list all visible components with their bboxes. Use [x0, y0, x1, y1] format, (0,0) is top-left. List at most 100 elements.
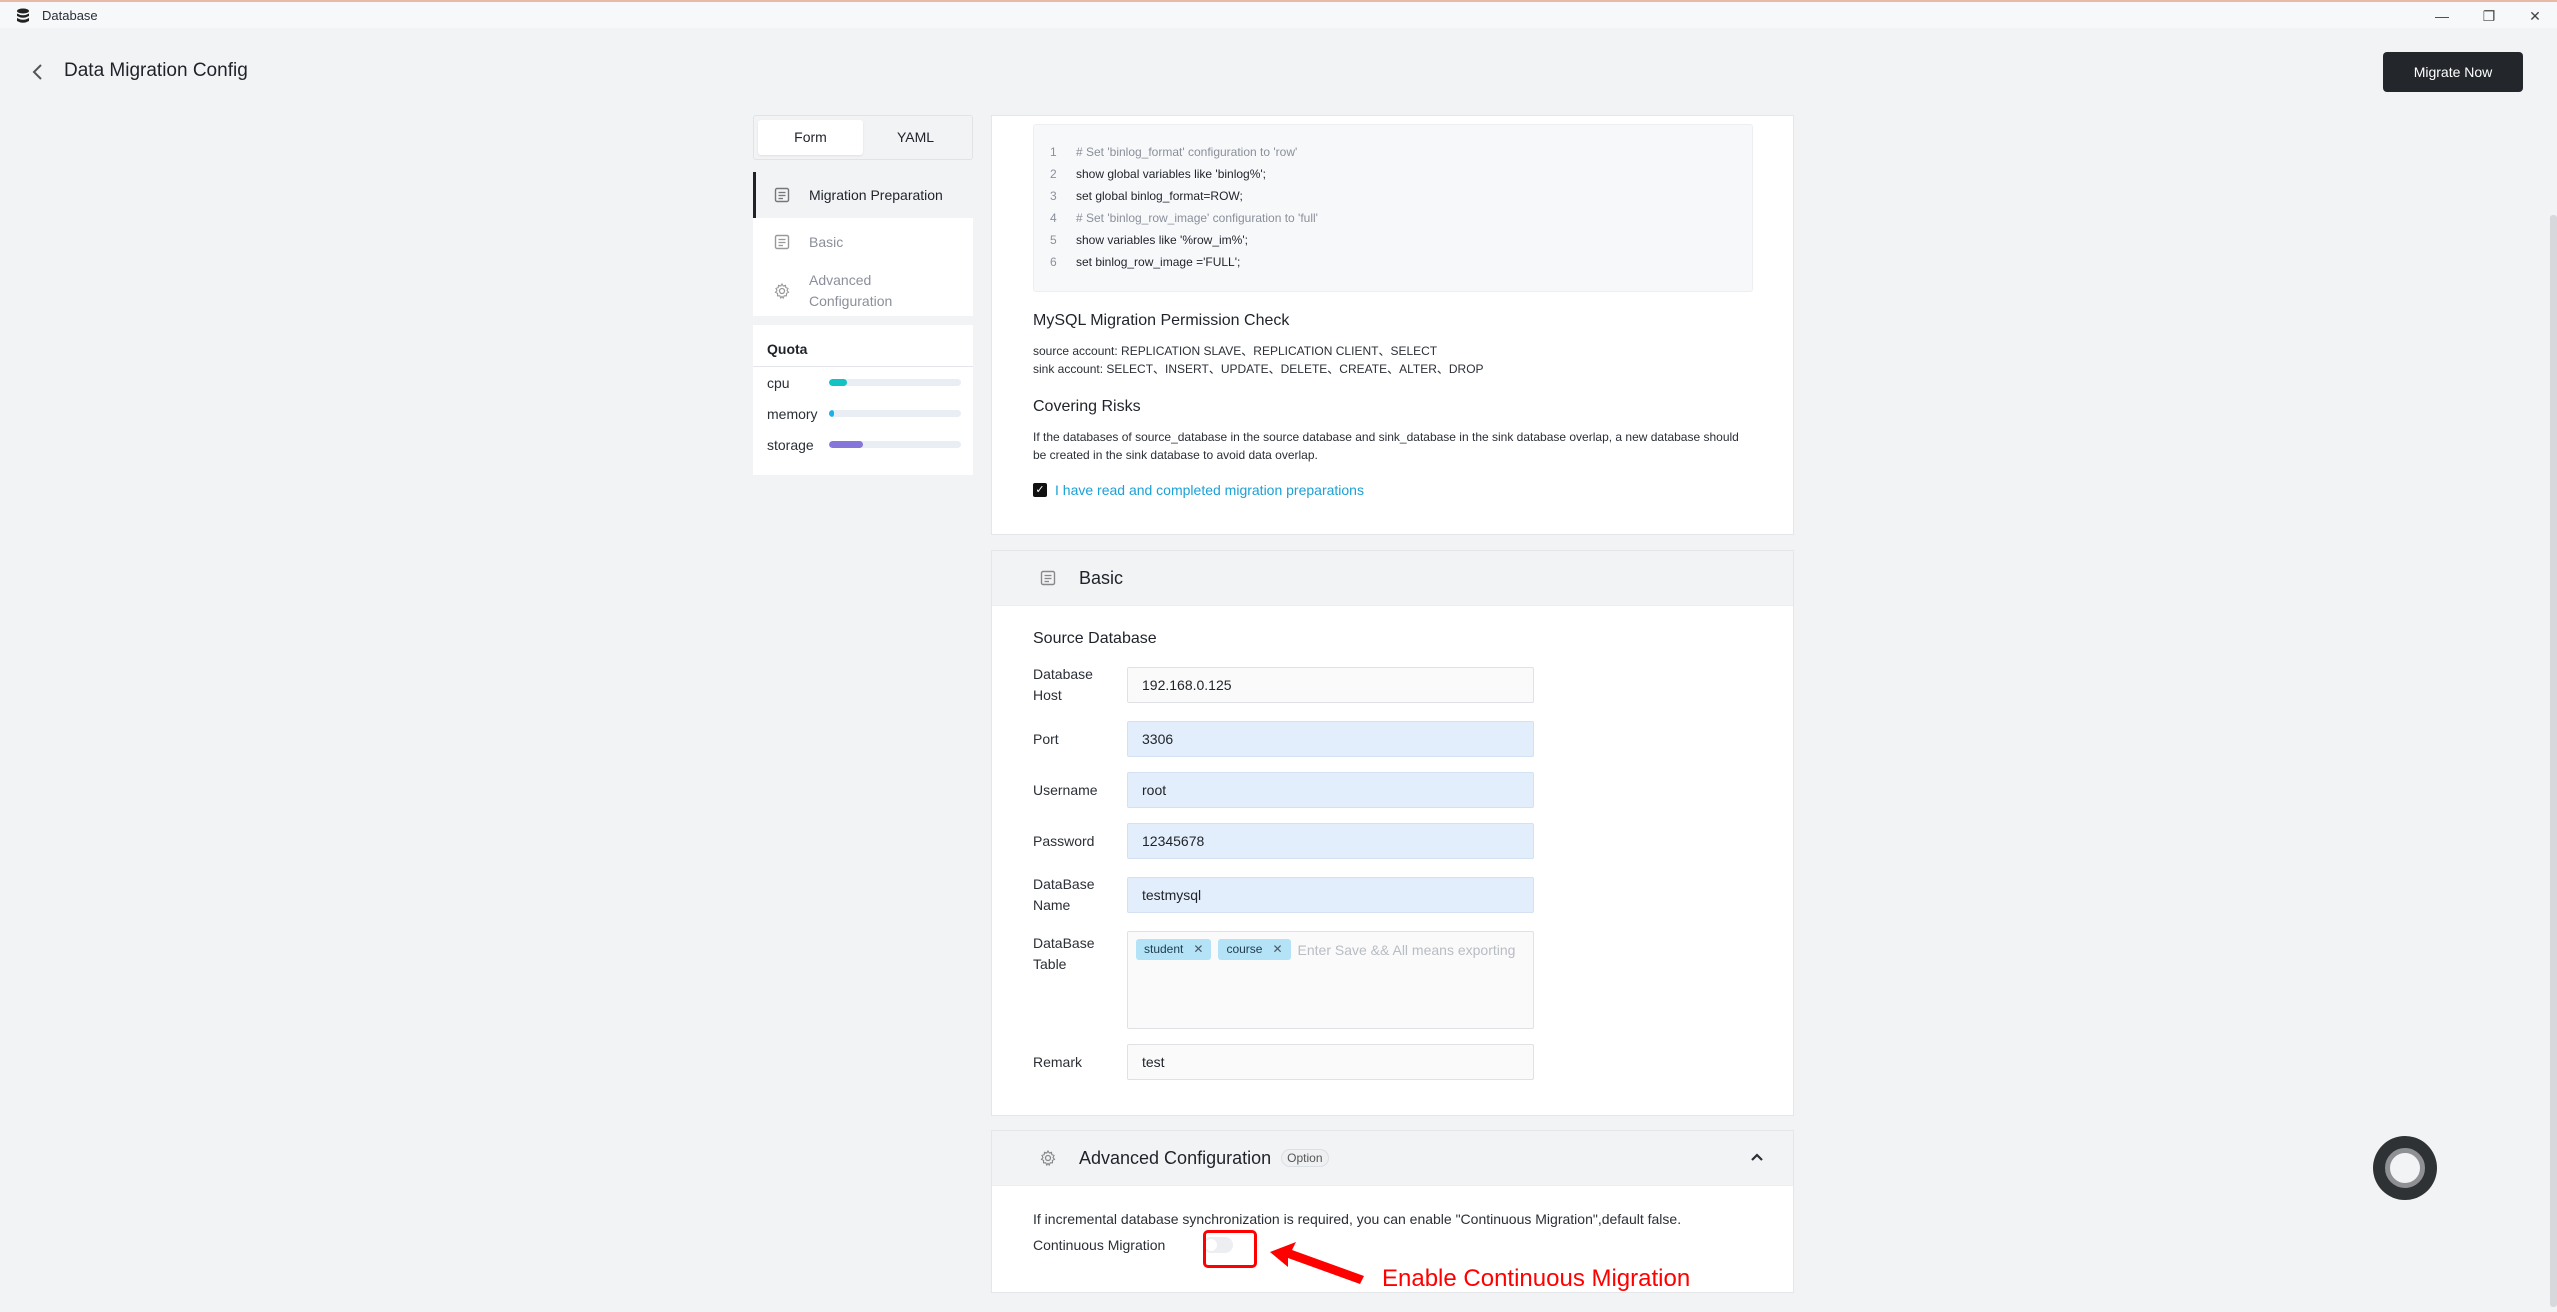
remove-tag-icon[interactable]: ✕: [1272, 939, 1282, 960]
advanced-card-title: Advanced Configuration: [1079, 1147, 1272, 1168]
nav-label: Advanced Configuration: [809, 272, 893, 309]
source-account-text: source account: REPLICATION SLAVE、REPLIC…: [1033, 344, 1438, 358]
minimize-button[interactable]: —: [2430, 6, 2454, 26]
tag-course: course ✕: [1218, 939, 1291, 960]
quota-label: memory: [767, 405, 818, 422]
quota-row-memory: memory: [753, 398, 973, 429]
basic-form: Source Database Database Host 192.168.0.…: [992, 606, 1793, 1080]
quota-label: storage: [767, 436, 814, 453]
maximize-button[interactable]: ❐: [2477, 6, 2501, 26]
chevron-up-icon[interactable]: [1747, 1147, 1767, 1167]
quota-title: Quota: [753, 325, 973, 367]
line-number: 6: [1050, 255, 1057, 269]
tag-student: student ✕: [1136, 939, 1212, 960]
code-line: 3 set global binlog_format=ROW;: [1050, 185, 1752, 207]
confirm-preparation-checkbox[interactable]: ✓ I have read and completed migration pr…: [1033, 482, 1751, 498]
code-line: 4 # Set 'binlog_row_image' configuration …: [1050, 207, 1752, 229]
document-icon: [774, 187, 790, 203]
advanced-body: If incremental database synchronization …: [992, 1186, 1793, 1253]
permission-check-text: source account: REPLICATION SLAVE、REPLIC…: [1033, 342, 1751, 378]
window-titlebar: Database — ❐ ✕: [0, 0, 2557, 28]
annotation-highlight-box: [1203, 1230, 1257, 1268]
quota-row-cpu: cpu: [753, 367, 973, 398]
basic-card: Basic Source Database Database Host 192.…: [991, 550, 1794, 1116]
quota-fill: [829, 441, 864, 448]
remark-input[interactable]: test: [1127, 1044, 1534, 1080]
field-label: Port: [1033, 730, 1059, 747]
annotation-arrow-icon: [1270, 1242, 1364, 1284]
quota-bar-cpu: [829, 379, 961, 386]
advanced-card-header[interactable]: Advanced Configuration Option: [992, 1131, 1793, 1186]
continuous-migration-description: If incremental database synchronization …: [1033, 1211, 1682, 1227]
code-text: show variables like '%row_im%';: [1076, 233, 1248, 247]
vertical-scrollbar[interactable]: [2550, 215, 2557, 1307]
floating-assistant-button[interactable]: [2373, 1136, 2437, 1200]
field-label: Password: [1033, 832, 1095, 849]
line-number: 2: [1050, 167, 1057, 181]
code-text: # Set 'binlog_row_image' configuration t…: [1076, 211, 1318, 225]
migration-preparation-card: 1 # Set 'binlog_format' configuration to …: [991, 115, 1794, 535]
form-row-password: Password 12345678: [1033, 823, 1793, 859]
database-name-input[interactable]: testmysql: [1127, 877, 1534, 913]
continuous-migration-label: Continuous Migration: [1033, 1237, 1166, 1253]
nav-item-migration-preparation[interactable]: Migration Preparation: [753, 172, 973, 218]
tab-yaml[interactable]: YAML: [863, 120, 968, 155]
code-text: set global binlog_format=ROW;: [1076, 189, 1243, 203]
migrate-now-button[interactable]: Migrate Now: [2383, 52, 2523, 92]
line-number: 5: [1050, 233, 1057, 247]
source-database-title: Source Database: [1033, 630, 1157, 647]
basic-card-title: Basic: [1079, 567, 1124, 588]
back-arrow-icon[interactable]: [28, 60, 48, 84]
covering-risks-title: Covering Risks: [1033, 398, 1141, 415]
remove-tag-icon[interactable]: ✕: [1193, 939, 1203, 960]
database-host-input[interactable]: 192.168.0.125: [1127, 667, 1534, 703]
sink-account-text: sink account: SELECT、INSERT、UPDATE、DELET…: [1033, 362, 1484, 376]
code-text: # Set 'binlog_format' configuration to '…: [1076, 145, 1298, 159]
username-input[interactable]: root: [1127, 772, 1534, 808]
quota-label: cpu: [767, 374, 790, 391]
tag-label: student: [1144, 942, 1184, 956]
form-row-database-table: DataBase Table student ✕ course ✕ Enter Sa…: [1033, 931, 1793, 1029]
code-block: 1 # Set 'binlog_format' configuration to …: [1033, 124, 1753, 292]
close-window-button[interactable]: ✕: [2523, 6, 2547, 26]
nav-label: Basic: [809, 233, 844, 250]
quota-fill: [829, 410, 835, 417]
covering-risks-text: If the databases of source_database in t…: [1033, 430, 1739, 462]
tag-input-placeholder[interactable]: Enter Save && All means exporting: [1298, 939, 1516, 961]
code-text: show global variables like 'binlog%';: [1076, 167, 1267, 181]
port-input[interactable]: 3306: [1127, 721, 1534, 757]
form-row-port: Port 3306: [1033, 721, 1793, 757]
basic-card-header: Basic: [992, 551, 1793, 606]
document-icon: [774, 234, 790, 250]
tag-label: course: [1226, 942, 1263, 956]
form-row-username: Username root: [1033, 772, 1793, 808]
database-table-tag-input[interactable]: student ✕ course ✕ Enter Save && All means…: [1127, 931, 1534, 1029]
line-number: 3: [1050, 189, 1057, 203]
option-badge: Option: [1281, 1149, 1329, 1167]
confirm-preparation-label[interactable]: I have read and completed migration prep…: [1055, 482, 1364, 498]
field-label: DataBase Name: [1033, 876, 1095, 913]
nav-label: Migration Preparation: [809, 186, 943, 203]
code-text: set binlog_row_image ='FULL';: [1076, 255, 1241, 269]
field-label: DataBase Table: [1033, 935, 1095, 972]
password-input[interactable]: 12345678: [1127, 823, 1534, 859]
code-line: 1 # Set 'binlog_format' configuration to …: [1050, 141, 1752, 163]
nav-item-basic[interactable]: Basic: [753, 218, 973, 266]
form-row-host: Database Host 192.168.0.125: [1033, 664, 1793, 706]
mode-tabs: Form YAML: [753, 115, 973, 160]
section-nav: Migration Preparation Basic Advanced Con…: [753, 172, 973, 316]
quota-row-storage: storage: [753, 429, 973, 460]
field-label: Username: [1033, 781, 1098, 798]
tab-form[interactable]: Form: [758, 120, 863, 155]
field-label: Database Host: [1033, 666, 1093, 703]
gear-icon: [1040, 1149, 1056, 1167]
quota-bar-storage: [829, 441, 961, 448]
database-icon: [17, 8, 29, 23]
field-label: Remark: [1033, 1053, 1083, 1070]
nav-item-advanced-configuration[interactable]: Advanced Configuration: [753, 266, 973, 316]
line-number: 1: [1050, 145, 1057, 159]
code-line: 5 show variables like '%row_im%';: [1050, 229, 1752, 251]
code-line: 2 show global variables like 'binlog%';: [1050, 163, 1752, 185]
form-row-database-name: DataBase Name testmysql: [1033, 874, 1793, 916]
checkbox-checked-icon[interactable]: ✓: [1033, 483, 1047, 497]
